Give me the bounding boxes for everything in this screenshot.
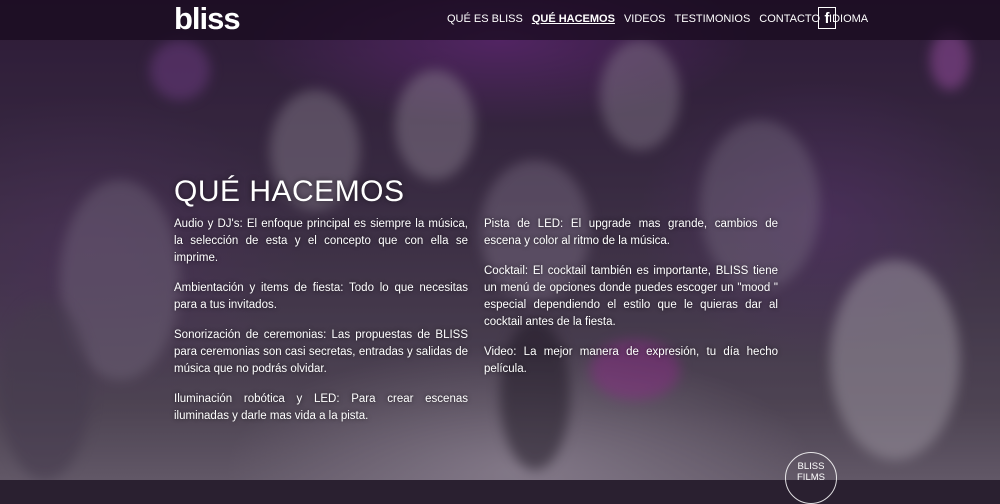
top-navigation-bar: bliss QUÉ ES BLISS QUÉ HACEMOS VIDEOS TE… xyxy=(0,0,1000,40)
service-sonorizacion: Sonorización de ceremonias: Las propuest… xyxy=(174,329,468,375)
nav-que-hacemos[interactable]: QUÉ HACEMOS xyxy=(532,12,615,26)
nav-videos[interactable]: VIDEOS xyxy=(624,12,666,26)
nav-contacto[interactable]: CONTACTO xyxy=(759,12,820,26)
service-cocktail: Cocktail: El cocktail también es importa… xyxy=(484,265,778,328)
nav-que-es-bliss[interactable]: QUÉ ES BLISS xyxy=(447,12,523,26)
service-ambientacion: Ambientación y items de fiesta: Todo lo … xyxy=(174,282,468,311)
bliss-logo[interactable]: bliss xyxy=(174,2,241,36)
bliss-films-badge[interactable]: BLISS FILMS xyxy=(785,452,837,504)
service-video: Video: La mejor manera de expresión, tu … xyxy=(484,346,778,375)
badge-line2: FILMS xyxy=(797,472,825,483)
services-right-column: Pista de LED: El upgrade mas grande, cam… xyxy=(484,216,778,391)
service-audio-djs: Audio y DJ's: El enfoque principal es si… xyxy=(174,218,468,264)
services-left-column: Audio y DJ's: El enfoque principal es si… xyxy=(174,216,468,438)
badge-line1: BLISS xyxy=(797,461,825,472)
nav-testimonios[interactable]: TESTIMONIOS xyxy=(675,12,751,26)
main-nav: QUÉ ES BLISS QUÉ HACEMOS VIDEOS TESTIMON… xyxy=(447,12,877,26)
service-iluminacion: Iluminación robótica y LED: Para crear e… xyxy=(174,393,468,422)
service-pista-led: Pista de LED: El upgrade mas grande, cam… xyxy=(484,218,778,247)
page-title: QUÉ HACEMOS xyxy=(174,175,405,209)
facebook-icon[interactable]: f xyxy=(818,7,836,29)
